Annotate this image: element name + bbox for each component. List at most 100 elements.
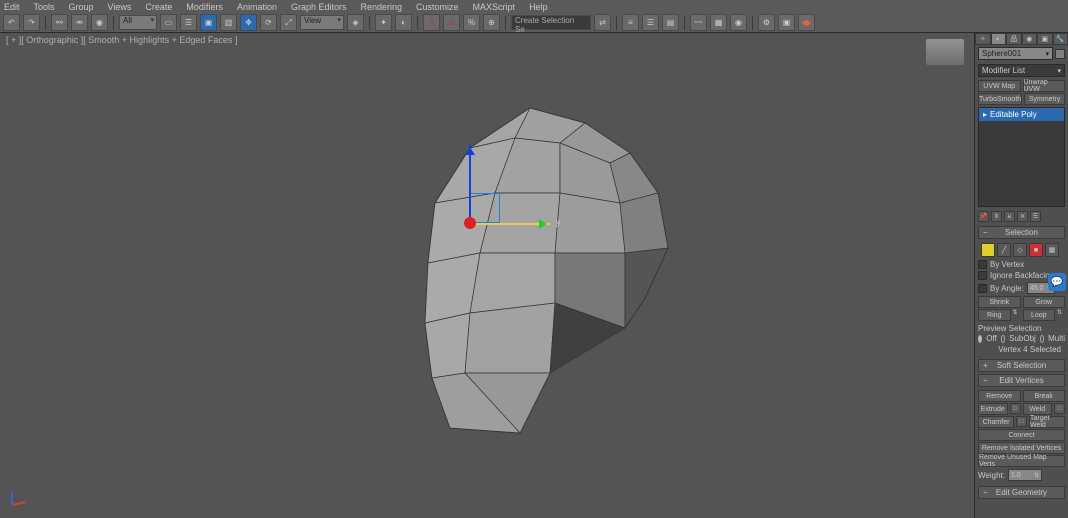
menu-customize[interactable]: Customize xyxy=(416,2,459,12)
weight-spinner[interactable]: 1.0 xyxy=(1008,469,1042,481)
remove-isolated-button[interactable]: Remove Isolated Vertices xyxy=(978,442,1065,454)
select-name-icon[interactable]: ☰ xyxy=(180,14,197,31)
symmetry-button[interactable]: Symmetry xyxy=(1024,93,1065,105)
help-icon[interactable]: 💬 xyxy=(1048,273,1066,291)
pivot-icon[interactable]: ◈ xyxy=(347,14,364,31)
ring-button[interactable]: Ring xyxy=(978,309,1011,321)
select-rotate-icon[interactable]: ⟳ xyxy=(260,14,277,31)
subobj-vertex-icon[interactable]: ∴ xyxy=(981,243,995,257)
weld-settings-icon[interactable]: □ xyxy=(1054,403,1065,414)
named-selection-combo[interactable]: Create Selection Se xyxy=(511,15,591,30)
gizmo-y-axis[interactable] xyxy=(470,223,550,225)
curve-editor-icon[interactable]: 〰 xyxy=(690,14,707,31)
stack-editable-poly[interactable]: ▸ Editable Poly xyxy=(979,108,1064,121)
poly-model[interactable]: y xyxy=(410,103,690,443)
modifier-list-combo[interactable]: Modifier List xyxy=(978,64,1065,77)
turbosmooth-button[interactable]: TurboSmooth xyxy=(978,93,1022,105)
tab-utilities[interactable]: 🔧 xyxy=(1053,33,1068,45)
angle-snap-icon[interactable]: ∠ xyxy=(443,14,460,31)
unwrap-uvw-button[interactable]: Unwrap UVW xyxy=(1023,80,1066,92)
rollout-edit-vertices[interactable]: Edit Vertices xyxy=(978,374,1065,387)
menu-rendering[interactable]: Rendering xyxy=(361,2,403,12)
rendered-frame-icon[interactable]: ▣ xyxy=(778,14,795,31)
snap-icon[interactable]: 3 xyxy=(423,14,440,31)
window-crossing-icon[interactable]: ▥ xyxy=(220,14,237,31)
extrude-button[interactable]: Extrude xyxy=(978,403,1008,415)
unlink-icon[interactable]: ⚮ xyxy=(71,14,88,31)
weld-button[interactable]: Weld xyxy=(1023,403,1053,415)
menu-maxscript[interactable]: MAXScript xyxy=(473,2,516,12)
bind-icon[interactable]: ◉ xyxy=(91,14,108,31)
select-scale-icon[interactable]: ⤢ xyxy=(280,14,297,31)
color-swatch[interactable] xyxy=(1055,49,1065,59)
subobj-edge-icon[interactable]: ╱ xyxy=(997,243,1011,257)
modifier-stack[interactable]: ▸ Editable Poly xyxy=(978,107,1065,207)
tab-display[interactable]: ▣ xyxy=(1037,33,1053,45)
by-vertex-checkbox[interactable] xyxy=(978,260,987,269)
tab-modify[interactable]: ◐ xyxy=(991,33,1007,45)
object-name-field[interactable]: Sphere001 xyxy=(978,47,1053,60)
render-setup-icon[interactable]: ⚙ xyxy=(758,14,775,31)
make-unique-icon[interactable]: ⊌ xyxy=(1004,211,1015,222)
remove-button[interactable]: Remove xyxy=(978,390,1021,402)
redo-icon[interactable]: ↷ xyxy=(23,14,40,31)
spinner-snap-icon[interactable]: ⊕ xyxy=(483,14,500,31)
tab-create[interactable]: ✧ xyxy=(975,33,991,45)
schematic-icon[interactable]: ▦ xyxy=(710,14,727,31)
gizmo-origin[interactable] xyxy=(464,217,476,229)
ignore-backfacing-checkbox[interactable] xyxy=(978,271,987,280)
gizmo-z-axis[interactable] xyxy=(469,144,471,224)
viewport-label[interactable]: [ + ][ Orthographic ][ Smooth + Highligh… xyxy=(6,35,237,45)
subobj-polygon-icon[interactable]: ■ xyxy=(1029,243,1043,257)
menu-help[interactable]: Help xyxy=(529,2,548,12)
select-icon[interactable]: ▭ xyxy=(160,14,177,31)
shrink-button[interactable]: Shrink xyxy=(978,296,1021,308)
rollout-soft-selection[interactable]: Soft Selection xyxy=(978,359,1065,372)
menu-edit[interactable]: Edit xyxy=(4,2,20,12)
menu-group[interactable]: Group xyxy=(69,2,94,12)
tab-hierarchy[interactable]: 品 xyxy=(1006,33,1022,45)
uvw-map-button[interactable]: UVW Map xyxy=(978,80,1021,92)
grow-button[interactable]: Grow xyxy=(1023,296,1066,308)
undo-icon[interactable]: ↶ xyxy=(3,14,20,31)
by-angle-checkbox[interactable] xyxy=(978,284,987,293)
menu-tools[interactable]: Tools xyxy=(34,2,55,12)
connect-button[interactable]: Connect xyxy=(978,429,1065,441)
viewcube-icon[interactable] xyxy=(926,39,964,65)
preview-off-radio[interactable] xyxy=(978,335,982,343)
render-icon[interactable]: 🫖 xyxy=(798,14,815,31)
keymode-icon[interactable]: ◐ xyxy=(395,14,412,31)
subobj-border-icon[interactable]: ◇ xyxy=(1013,243,1027,257)
menu-animation[interactable]: Animation xyxy=(237,2,277,12)
viewport[interactable]: [ + ][ Orthographic ][ Smooth + Highligh… xyxy=(0,33,974,518)
chamfer-settings-icon[interactable]: □ xyxy=(1016,416,1027,427)
pin-stack-icon[interactable]: 📌 xyxy=(978,211,989,222)
chamfer-button[interactable]: Chamfer xyxy=(978,416,1014,428)
selection-filter-combo[interactable]: All xyxy=(119,15,157,30)
menu-modifiers[interactable]: Modifiers xyxy=(186,2,223,12)
remove-mod-icon[interactable]: ✕ xyxy=(1017,211,1028,222)
refcoord-combo[interactable]: View xyxy=(300,15,344,30)
align-icon[interactable]: ≡ xyxy=(622,14,639,31)
subobj-element-icon[interactable]: ▦ xyxy=(1045,243,1059,257)
target-weld-button[interactable]: Target Weld xyxy=(1029,416,1065,428)
layer-manager-icon[interactable]: ▤ xyxy=(662,14,679,31)
menu-create[interactable]: Create xyxy=(145,2,172,12)
menu-views[interactable]: Views xyxy=(108,2,132,12)
break-button[interactable]: Break xyxy=(1023,390,1066,402)
layers-icon[interactable]: ☰ xyxy=(642,14,659,31)
select-rect-icon[interactable]: ▣ xyxy=(200,14,217,31)
manipulate-icon[interactable]: ✦ xyxy=(375,14,392,31)
material-editor-icon[interactable]: ◉ xyxy=(730,14,747,31)
extrude-settings-icon[interactable]: □ xyxy=(1010,403,1021,414)
tab-motion[interactable]: ◉ xyxy=(1022,33,1038,45)
link-icon[interactable]: ⚯ xyxy=(51,14,68,31)
percent-snap-icon[interactable]: % xyxy=(463,14,480,31)
menu-grapheditors[interactable]: Graph Editors xyxy=(291,2,347,12)
preview-multi-radio[interactable] xyxy=(1040,335,1044,343)
mirror-icon[interactable]: ⇄ xyxy=(594,14,611,31)
select-move-icon[interactable]: ✥ xyxy=(240,14,257,31)
rollout-edit-geometry[interactable]: Edit Geometry xyxy=(978,486,1065,499)
preview-subobj-radio[interactable] xyxy=(1001,335,1005,343)
show-result-icon[interactable]: Ⅱ xyxy=(991,211,1002,222)
